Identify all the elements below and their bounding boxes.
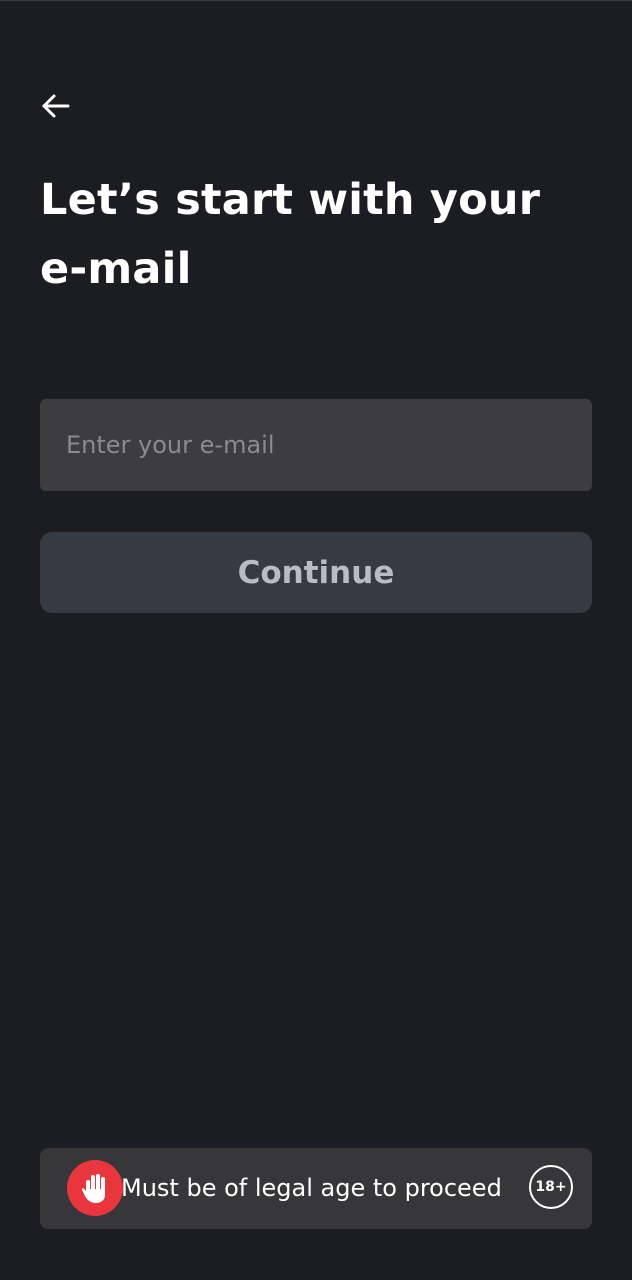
back-button[interactable]	[36, 86, 76, 126]
age-notice-text: Must be of legal age to proceed	[121, 1174, 502, 1202]
hand-stop-icon	[67, 1160, 123, 1216]
email-input[interactable]	[40, 399, 592, 491]
email-signup-screen: Let’s start with your e-mail Continue Mu…	[0, 0, 632, 1280]
age-18-badge: 18+	[529, 1165, 573, 1209]
top-divider	[0, 0, 632, 1]
age-restriction-banner: Must be of legal age to proceed 18+	[40, 1148, 592, 1229]
arrow-left-icon	[40, 90, 72, 122]
page-title: Let’s start with your e-mail	[40, 175, 541, 294]
continue-button[interactable]: Continue	[40, 532, 592, 613]
